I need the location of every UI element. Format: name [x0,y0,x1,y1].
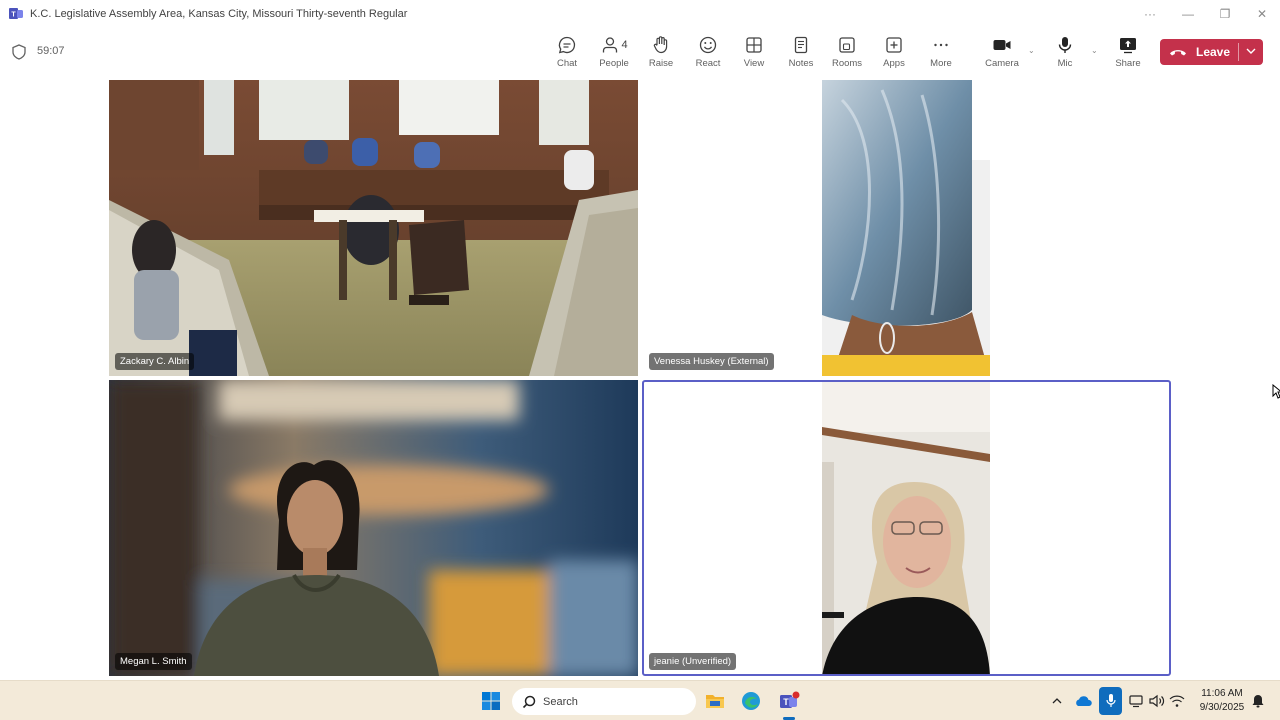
megan-video-feed [109,380,638,676]
clock-time: 11:06 AM [1201,688,1243,699]
view-label: View [743,58,765,69]
video-tile-jeanie-active-speaker[interactable]: jeanie (Unverified) [642,380,1171,676]
people-icon [603,37,618,53]
video-tile-megan[interactable]: Megan L. Smith [109,380,638,676]
participant-name-label: Zackary C. Albin [115,353,195,370]
search-placeholder: Search [543,695,578,708]
raise-hand-button[interactable]: Raise [638,34,684,72]
share-button[interactable]: Share [1105,34,1151,72]
react-label: React [695,58,721,69]
leave-button[interactable]: Leave [1160,39,1263,65]
people-count: 4 [621,39,628,51]
apps-button[interactable]: Apps [871,34,917,72]
people-icon-wrap: 4 [600,34,628,56]
video-tile-venessa[interactable]: Venessa Huskey (External) [643,80,1170,376]
display-icon[interactable] [1128,689,1146,713]
camera-icon [992,34,1012,56]
onedrive-icon[interactable] [1073,689,1093,713]
venessa-video-feed [822,80,990,376]
svg-text:T: T [11,12,16,19]
rooms-icon [837,34,857,56]
windows-taskbar: Search T 11:06 AM 9/30/2025 [0,680,1280,720]
share-label: Share [1115,58,1141,69]
more-icon [931,34,951,56]
close-button[interactable]: ✕ [1251,4,1273,24]
participant-name-label: jeanie (Unverified) [649,653,737,670]
leave-label: Leave [1196,45,1231,59]
windows-start-icon[interactable] [478,689,504,713]
rooms-label: Rooms [831,58,863,69]
view-button[interactable]: View [731,34,777,72]
title-bar: T K.C. Legislative Assembly Area, Kansas… [0,0,1280,28]
apps-icon [884,34,904,56]
phone-icon [1160,47,1196,57]
teams-taskbar-icon[interactable]: T [776,689,802,713]
system-clock[interactable]: 11:06 AM 9/30/2025 [1196,687,1248,715]
react-icon [698,34,718,56]
leave-divider [1238,43,1239,61]
jeanie-video-feed [822,382,990,674]
mic-options-chevron-icon[interactable]: ⌄ [1091,46,1098,55]
notification-icon[interactable] [1250,689,1266,713]
taskbar-search-box[interactable]: Search [512,688,696,715]
more-label: More [930,58,952,69]
window-more-button[interactable]: ··· [1139,4,1161,24]
leave-options-chevron-icon[interactable] [1244,44,1258,58]
raise-label: Raise [648,58,674,69]
notes-button[interactable]: Notes [778,34,824,72]
camera-label: Camera [985,58,1019,69]
rooms-button[interactable]: Rooms [824,34,870,72]
mic-icon [1055,34,1075,56]
minimize-button[interactable]: — [1177,4,1199,24]
mic-button[interactable]: Mic [1042,34,1088,72]
people-label: People [599,58,629,69]
notes-icon [791,34,811,56]
volume-icon[interactable] [1148,689,1166,713]
file-explorer-icon[interactable] [703,689,727,713]
people-button[interactable]: 4 People [591,34,637,72]
cursor-icon [1272,384,1280,399]
svg-text:T: T [783,697,789,707]
search-icon [522,695,536,708]
restore-button[interactable]: ❐ [1214,4,1236,24]
more-button[interactable]: More [918,34,964,72]
chevron-up-icon[interactable] [1050,689,1064,713]
chat-label: Chat [556,58,578,69]
camera-options-chevron-icon[interactable]: ⌄ [1028,46,1035,55]
teams-logo-icon: T [9,8,23,19]
chat-button[interactable]: Chat [544,34,590,72]
edge-icon[interactable] [739,689,763,713]
clock-date: 9/30/2025 [1199,702,1245,713]
react-button[interactable]: React [685,34,731,72]
share-icon [1118,34,1138,56]
apps-label: Apps [883,58,905,69]
window-title: K.C. Legislative Assembly Area, Kansas C… [30,8,408,20]
participant-name-label: Venessa Huskey (External) [649,353,774,370]
chamber-video-feed [109,80,638,376]
video-tile-zackary[interactable]: Zackary C. Albin [109,80,638,376]
notes-label: Notes [788,58,814,69]
chat-icon [557,34,577,56]
network-icon[interactable] [1168,689,1186,713]
raise-hand-icon [651,34,671,56]
participant-name-label: Megan L. Smith [115,653,192,670]
view-icon [744,34,764,56]
meeting-timer: 59:07 [37,45,65,57]
camera-button[interactable]: Camera [979,34,1025,72]
mic-label: Mic [1057,58,1073,69]
shield-icon[interactable] [12,44,26,60]
mic-active-icon[interactable] [1099,687,1122,715]
